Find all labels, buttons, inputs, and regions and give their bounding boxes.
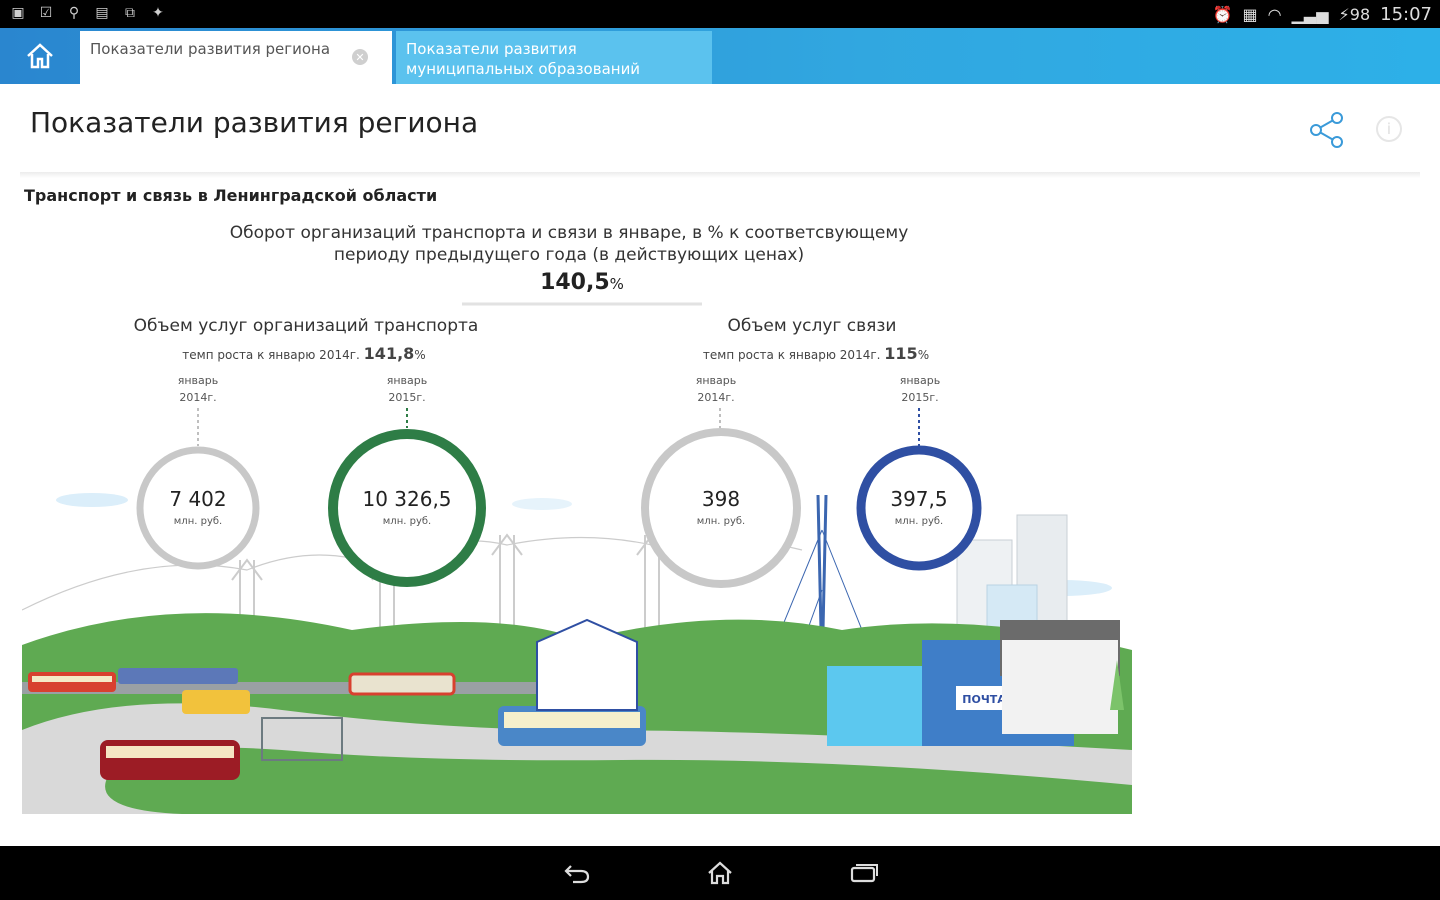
period-label: январь [178,374,219,387]
back-button[interactable] [561,859,593,887]
checkbox-icon: ☑ [39,5,53,21]
ring-unit: млн. руб. [383,516,431,527]
period-label: январь [696,374,737,387]
period-label: 2014г. [697,391,734,404]
nfc-icon: ▦ [1242,5,1258,24]
office-building [827,666,927,746]
clock: 15:07 [1380,4,1432,25]
home-button[interactable] [0,28,80,84]
bus-red-windows [106,746,234,758]
header-divider [20,172,1420,178]
ring-unit: млн. руб. [895,516,943,527]
signal-icon: ▁▃▅ [1291,5,1329,24]
train-window-strip [32,676,112,682]
storage-icon: ▤ [95,5,109,21]
share-button[interactable] [1306,110,1346,150]
ring-unit: млн. руб. [174,516,222,527]
power-pylon [491,533,523,630]
home-nav-button[interactable] [704,859,736,887]
tab-municipal-indicators[interactable]: Показатели развития муниципальных образо… [396,31,712,84]
transport-growth-unit: % [414,348,425,362]
period-label: 2014г. [179,391,216,404]
share-icon [1310,112,1343,148]
recent-apps-button[interactable] [848,859,880,887]
communication-growth: темп роста к январю 2014г. 115% [703,344,929,363]
period-label: январь [900,374,941,387]
tab-label: Показатели развития муниципальных образо… [406,40,641,78]
communication-growth-value: 115 [884,344,917,363]
bus-yellow [182,690,250,714]
post-sign: ПОЧТА [962,693,1006,706]
tab-label: Показатели развития региона [90,40,331,58]
recent-apps-icon [850,864,878,883]
communication-growth-unit: % [918,348,929,362]
transport-growth-label: темп роста к январю 2014г. [182,348,360,362]
headline-value-unit: % [610,275,624,293]
transport-growth: темп роста к январю 2014г. 141,8% [182,344,425,363]
close-icon[interactable]: ✕ [352,49,368,65]
screenshot-icon: ⧉ [125,5,135,21]
tram [348,672,456,696]
headline-line-2: периоду предыдущего года (в действующих … [334,245,804,265]
usb-icon: ⚲ [68,5,80,21]
info-button[interactable]: i [1376,116,1402,142]
communication-growth-label: темп роста к январю 2014г. [703,348,881,362]
period-label: 2015г. [901,391,938,404]
building [1002,640,1118,734]
home-icon [27,43,53,69]
train-blue [118,668,238,684]
ring-value: 398 [702,487,740,511]
notification-icon: ▣ [11,5,25,21]
battery-icon: ⚡98 [1338,5,1371,24]
transport-infographic: Оборот организаций транспорта и связи в … [22,223,1132,814]
tab-region-indicators[interactable]: Показатели развития региона ✕ [80,31,392,84]
headline-line-1: Оборот организаций транспорта и связи в … [230,223,909,243]
period-label: 2015г. [388,391,425,404]
headline-value: 140,5% [540,270,624,295]
android-icon: ✦ [152,5,164,21]
status-bar: ▣ ☑ ⚲ ▤ ⧉ ✦ ⏰ ▦ ◠ ▁▃▅ ⚡98 15:07 [0,0,1440,28]
tab-bar: Показатели развития региона ✕ Показатели… [0,28,1440,84]
page-title: Показатели развития региона [30,106,479,139]
back-icon [564,865,590,884]
transport-growth-value: 141,8 [364,344,415,363]
cloud [512,498,572,510]
status-system: ⏰ ▦ ◠ ▁▃▅ ⚡98 15:07 [1213,4,1432,25]
trolleybus-windows [504,712,640,728]
ring-value: 10 326,5 [362,487,451,511]
cloud [56,493,128,507]
alarm-icon: ⏰ [1212,5,1233,24]
period-label: январь [387,374,428,387]
navigation-bar [0,846,1440,900]
home-icon [708,861,732,885]
wifi-icon: ◠ [1267,5,1282,24]
ring-value: 7 402 [169,487,226,511]
communication-group-title: Объем услуг связи [728,316,897,336]
info-icon: i [1386,120,1392,138]
status-notifications: ▣ ☑ ⚲ ▤ ⧉ ✦ [10,5,166,21]
ring-value: 397,5 [890,487,947,511]
battery-level: 98 [1349,5,1371,24]
transport-group-title: Объем услуг организаций транспорта [134,316,479,336]
ring-unit: млн. руб. [697,516,745,527]
section-title: Транспорт и связь в Ленинградской област… [24,186,438,205]
headline-value-number: 140,5 [540,270,610,295]
